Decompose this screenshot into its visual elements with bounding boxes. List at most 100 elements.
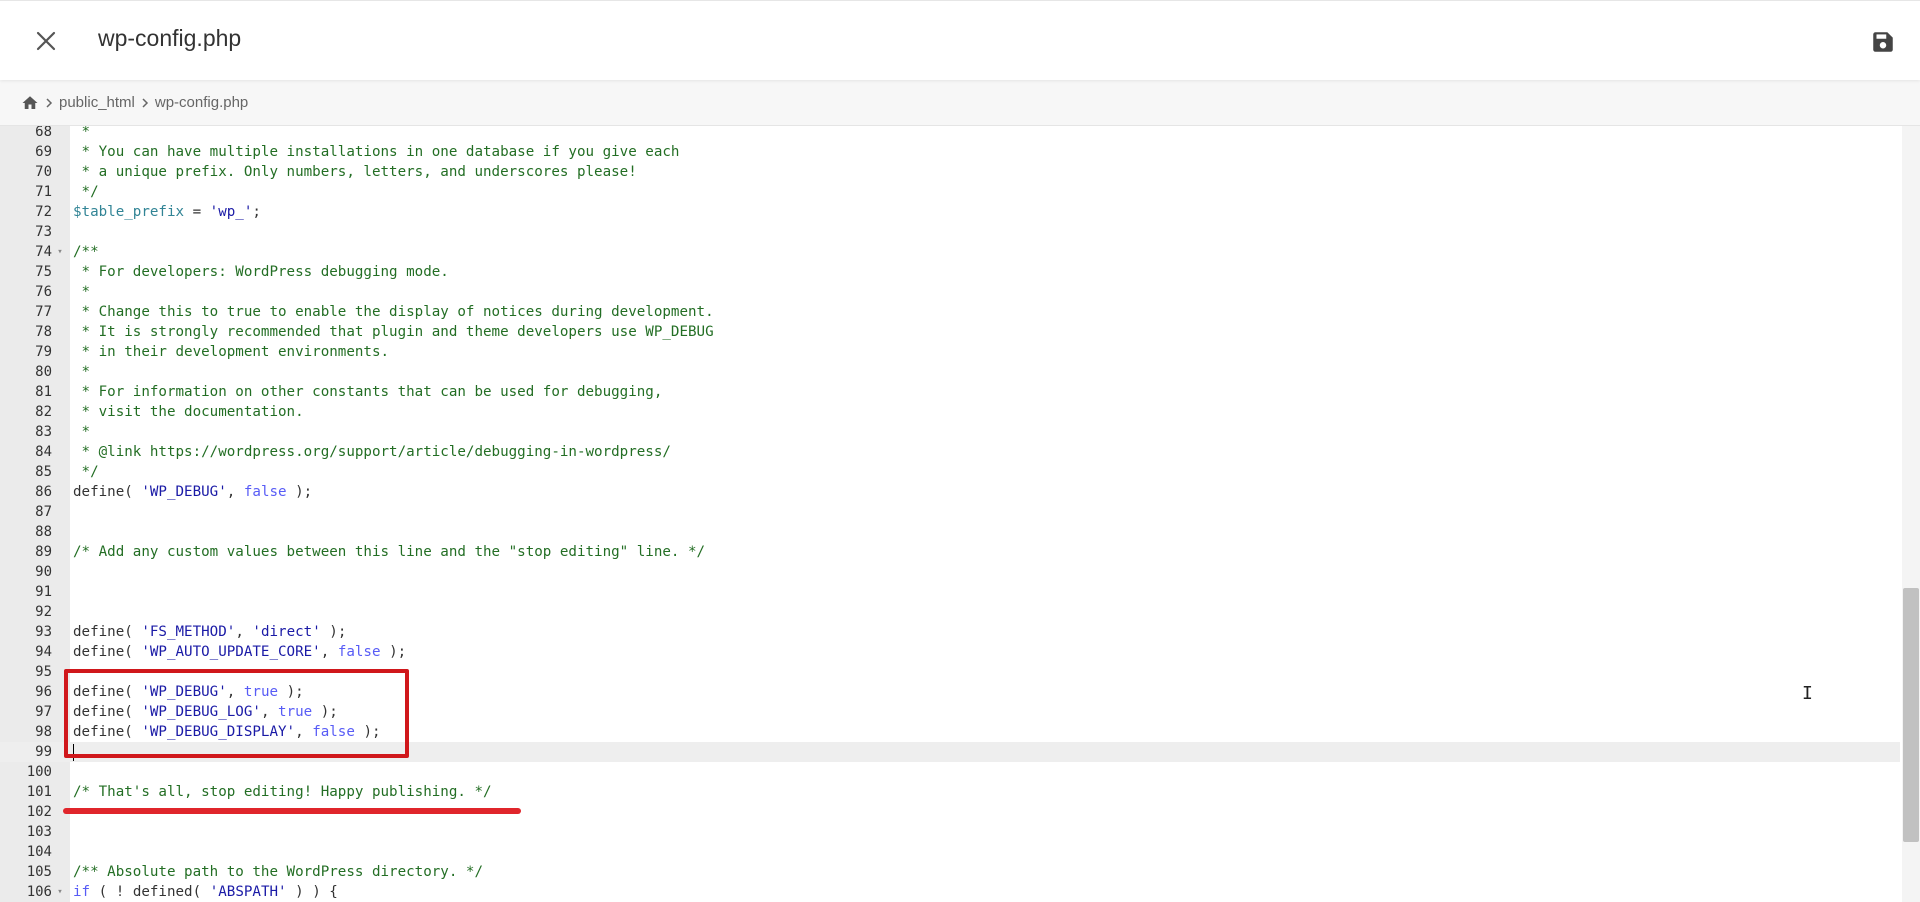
code-token: 'WP_DEBUG_LOG' (141, 704, 261, 720)
code-line[interactable]: 83 * (0, 422, 1900, 442)
line-number: 105 (26, 864, 52, 880)
line-number: 71 (35, 184, 52, 200)
code-text: */ (73, 182, 99, 202)
code-token: ( (124, 644, 142, 660)
fold-arrow-icon[interactable]: ▾ (54, 242, 66, 262)
code-line[interactable]: 72 $table_prefix = 'wp_'; (0, 202, 1900, 222)
code-token: /** Absolute path to the WordPress direc… (73, 864, 483, 880)
code-line[interactable]: 89 /* Add any custom values between this … (0, 542, 1900, 562)
line-number: 95 (35, 664, 52, 680)
code-line[interactable]: 70 * a unique prefix. Only numbers, lett… (0, 162, 1900, 182)
code-line[interactable]: 103 (0, 822, 1900, 842)
code-text: * @link https://wordpress.org/support/ar… (73, 442, 671, 462)
close-button[interactable] (28, 23, 64, 59)
code-line[interactable]: 95 (0, 662, 1900, 682)
code-line[interactable]: 88 (0, 522, 1900, 542)
code-line[interactable]: 73 (0, 222, 1900, 242)
code-token: define (73, 644, 125, 660)
file-title: wp-config.php (98, 25, 242, 51)
code-token: */ (73, 184, 99, 200)
line-number: 88 (35, 524, 52, 540)
code-text: /* Add any custom values between this li… (73, 542, 705, 562)
code-line[interactable]: 98 define( 'WP_DEBUG_DISPLAY', false ); (0, 722, 1900, 742)
code-text: * For information on other constants tha… (73, 382, 663, 402)
code-line[interactable]: 81 * For information on other constants … (0, 382, 1900, 402)
code-line[interactable]: 71 */ (0, 182, 1900, 202)
scrollbar-thumb[interactable] (1903, 588, 1919, 842)
code-token: * a unique prefix. Only numbers, letters… (73, 164, 637, 180)
line-number: 96 (35, 684, 52, 700)
breadcrumb-item-public-html[interactable]: public_html (59, 94, 135, 111)
code-line[interactable]: 100 (0, 762, 1900, 782)
code-token: define (73, 624, 125, 640)
breadcrumb-item-wp-config[interactable]: wp-config.php (155, 94, 248, 111)
code-line[interactable]: 74 ▾ /** (0, 242, 1900, 262)
code-text: define( 'WP_DEBUG', true ); (73, 682, 304, 702)
save-button[interactable] (1866, 25, 1900, 59)
code-line[interactable]: 68 * (0, 126, 1900, 142)
code-token: /* That's all, stop editing! Happy publi… (73, 784, 492, 800)
code-line[interactable]: 105 /** Absolute path to the WordPress di… (0, 862, 1900, 882)
code-token: false (312, 724, 355, 740)
code-lines[interactable]: 68 * 69 * You can have multiple installat… (0, 126, 1900, 902)
chevron-right-icon (43, 97, 55, 109)
home-link[interactable] (21, 94, 39, 112)
code-token: , (226, 684, 244, 700)
code-token: 'wp_' (209, 204, 253, 220)
code-token: /* Add any custom values between this li… (73, 544, 706, 560)
code-line[interactable]: 96 define( 'WP_DEBUG', true ); (0, 682, 1900, 702)
fold-arrow-icon[interactable]: ▾ (54, 882, 66, 902)
code-line[interactable]: 77 * Change this to true to enable the d… (0, 302, 1900, 322)
code-line[interactable]: 104 (0, 842, 1900, 862)
code-token: 'WP_DEBUG_DISPLAY' (141, 724, 296, 740)
code-line[interactable]: 94 define( 'WP_AUTO_UPDATE_CORE', false )… (0, 642, 1900, 662)
code-line[interactable]: 91 (0, 582, 1900, 602)
code-line[interactable]: 76 * (0, 282, 1900, 302)
line-number: 72 (35, 204, 52, 220)
save-icon (1873, 32, 1893, 52)
code-token: * in their development environments. (73, 344, 390, 360)
code-line[interactable]: 86 define( 'WP_DEBUG', false ); (0, 482, 1900, 502)
code-token: $table_prefix (73, 204, 185, 220)
code-line[interactable]: 82 * visit the documentation. (0, 402, 1900, 422)
line-number: 103 (26, 824, 52, 840)
code-line[interactable]: 97 define( 'WP_DEBUG_LOG', true ); (0, 702, 1900, 722)
code-editor[interactable]: 68 * 69 * You can have multiple installat… (0, 126, 1920, 902)
code-line[interactable]: 69 * You can have multiple installations… (0, 142, 1900, 162)
breadcrumb: public_html wp-config.php (0, 80, 1920, 126)
code-line[interactable]: 85 */ (0, 462, 1900, 482)
code-token: = (184, 204, 210, 220)
close-icon (36, 31, 56, 51)
code-line[interactable]: 75 * For developers: WordPress debugging… (0, 262, 1900, 282)
code-line[interactable]: 90 (0, 562, 1900, 582)
code-line[interactable]: 84 * @link https://wordpress.org/support… (0, 442, 1900, 462)
line-number: 85 (35, 464, 52, 480)
code-line[interactable]: 99 (0, 742, 1900, 762)
code-line[interactable]: 80 * (0, 362, 1900, 382)
code-text: * (73, 422, 91, 442)
line-number: 102 (26, 804, 52, 820)
code-token: defined (132, 884, 193, 900)
line-number: 89 (35, 544, 52, 560)
code-line[interactable]: 101 /* That's all, stop editing! Happy pu… (0, 782, 1900, 802)
code-token: if (73, 884, 91, 900)
line-number: 101 (26, 784, 52, 800)
code-line[interactable]: 92 (0, 602, 1900, 622)
code-line[interactable]: 106 ▾ if ( ! defined( 'ABSPATH' ) ) { (0, 882, 1900, 902)
code-line[interactable]: 87 (0, 502, 1900, 522)
code-line[interactable]: 102 (0, 802, 1900, 822)
line-number: 104 (26, 844, 52, 860)
code-text: * You can have multiple installations in… (73, 142, 680, 162)
code-token: ( (124, 724, 142, 740)
code-token: , (320, 644, 338, 660)
code-token: 'WP_AUTO_UPDATE_CORE' (141, 644, 321, 660)
code-token: ); (286, 484, 313, 500)
code-text: */ (73, 462, 99, 482)
line-number: 98 (35, 724, 52, 740)
code-text (73, 742, 74, 762)
code-line[interactable]: 93 define( 'FS_METHOD', 'direct' ); (0, 622, 1900, 642)
code-token: * @link https://wordpress.org/support/ar… (73, 444, 671, 460)
code-line[interactable]: 79 * in their development environments. (0, 342, 1900, 362)
line-number: 80 (35, 364, 52, 380)
code-line[interactable]: 78 * It is strongly recommended that plu… (0, 322, 1900, 342)
